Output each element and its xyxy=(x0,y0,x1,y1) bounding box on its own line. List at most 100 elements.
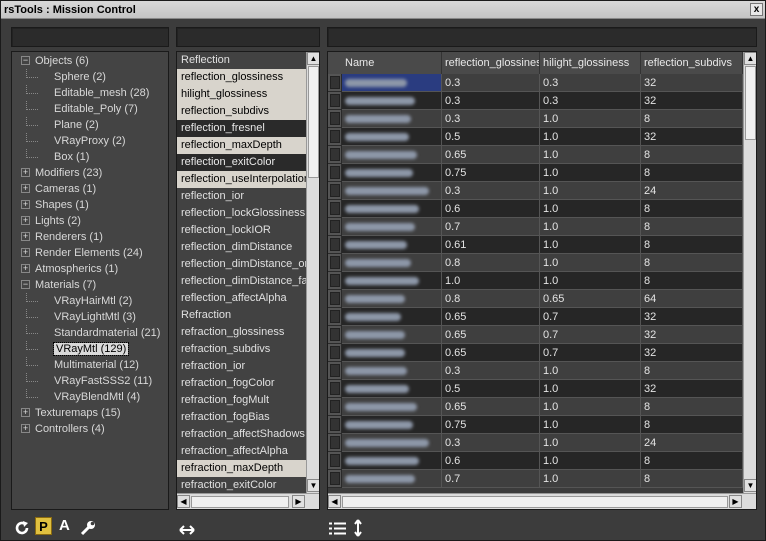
value-cell[interactable]: 8 xyxy=(641,470,743,488)
tree-item[interactable]: VRayFastSSS2 (11) xyxy=(54,373,152,389)
value-cell[interactable]: 1.0 xyxy=(540,236,641,254)
table-row[interactable]: 0.8 0.65 64 xyxy=(328,290,744,308)
tree-item[interactable]: VRayLightMtl (3) xyxy=(54,309,136,325)
table-row[interactable]: 0.3 1.0 24 xyxy=(328,434,744,452)
tree-expander[interactable]: − xyxy=(21,280,30,289)
p-button[interactable]: P xyxy=(35,517,52,535)
tree-item[interactable]: VRayMtl (129) xyxy=(52,341,130,357)
property-item[interactable]: refraction_exitColor xyxy=(177,477,309,494)
list-icon[interactable] xyxy=(329,518,346,540)
property-item[interactable]: refraction_subdivs xyxy=(177,341,309,358)
table-row[interactable]: 0.3 0.3 32 xyxy=(328,92,744,110)
property-item[interactable]: refraction_fogBias xyxy=(177,409,309,426)
value-cell[interactable]: 1.0 xyxy=(540,272,641,290)
h-scroll-thumb[interactable] xyxy=(191,496,289,508)
table-row[interactable]: 0.6 1.0 8 xyxy=(328,200,744,218)
tree-item[interactable]: Modifiers (23) xyxy=(35,165,102,181)
name-cell[interactable] xyxy=(342,110,442,128)
scroll-left-button[interactable]: ◀ xyxy=(177,495,190,508)
tree-expander[interactable]: + xyxy=(21,200,30,209)
value-cell[interactable]: 1.0 xyxy=(540,218,641,236)
name-cell[interactable] xyxy=(342,272,442,290)
value-cell[interactable]: 8 xyxy=(641,146,743,164)
row-selector[interactable] xyxy=(328,470,342,488)
value-cell[interactable]: 0.3 xyxy=(442,110,540,128)
row-selector[interactable] xyxy=(328,434,342,452)
value-cell[interactable]: 0.7 xyxy=(540,326,641,344)
scroll-up-button[interactable]: ▲ xyxy=(307,52,319,65)
property-item[interactable]: reflection_affectAlpha xyxy=(177,290,309,307)
value-cell[interactable]: 0.7 xyxy=(442,470,540,488)
name-cell[interactable] xyxy=(342,398,442,416)
value-cell[interactable]: 8 xyxy=(641,362,743,380)
table-row[interactable]: 0.65 0.7 32 xyxy=(328,308,744,326)
table-row[interactable]: 1.0 1.0 8 xyxy=(328,272,744,290)
name-cell[interactable] xyxy=(342,128,442,146)
scene-tree[interactable]: − Objects (6) Sphere (2) Editable_mesh (28)… xyxy=(11,51,169,510)
row-selector[interactable] xyxy=(328,200,342,218)
value-cell[interactable]: 32 xyxy=(641,128,743,146)
property-item[interactable]: reflection_dimDistance_falloff xyxy=(177,273,309,290)
tree-expander[interactable]: + xyxy=(21,216,30,225)
grid-scroll-thumb[interactable] xyxy=(745,66,756,140)
name-cell[interactable] xyxy=(342,290,442,308)
table-row[interactable]: 0.5 1.0 32 xyxy=(328,380,744,398)
table-row[interactable]: 0.3 1.0 8 xyxy=(328,362,744,380)
grid-scroll-left-button[interactable]: ◀ xyxy=(328,495,341,508)
value-cell[interactable]: 0.7 xyxy=(442,218,540,236)
tree-expander[interactable]: + xyxy=(21,408,30,417)
value-cell[interactable]: 32 xyxy=(641,92,743,110)
row-selector[interactable] xyxy=(328,344,342,362)
tree-expander[interactable]: + xyxy=(21,264,30,273)
property-item[interactable]: refraction_affectAlpha xyxy=(177,443,309,460)
property-item[interactable]: refraction_ior xyxy=(177,358,309,375)
value-cell[interactable]: 0.65 xyxy=(442,308,540,326)
scroll-down-button[interactable]: ▼ xyxy=(307,479,319,492)
table-row[interactable]: 0.75 1.0 8 xyxy=(328,416,744,434)
wrench-icon[interactable] xyxy=(79,517,97,539)
name-cell[interactable] xyxy=(342,362,442,380)
grid-scroll-down-button[interactable]: ▼ xyxy=(744,479,756,492)
table-row[interactable]: 0.6 1.0 8 xyxy=(328,452,744,470)
row-selector[interactable] xyxy=(328,290,342,308)
name-cell[interactable] xyxy=(342,74,442,92)
left-right-arrow-icon[interactable] xyxy=(179,519,195,541)
value-cell[interactable]: 32 xyxy=(641,308,743,326)
tree-expander[interactable]: + xyxy=(21,168,30,177)
name-cell[interactable] xyxy=(342,416,442,434)
value-cell[interactable]: 0.8 xyxy=(442,254,540,272)
table-row[interactable]: 0.3 1.0 24 xyxy=(328,182,744,200)
tree-item[interactable]: Renderers (1) xyxy=(35,229,103,245)
row-selector[interactable] xyxy=(328,308,342,326)
name-cell[interactable] xyxy=(342,182,442,200)
tree-item[interactable]: Standardmaterial (21) xyxy=(54,325,160,341)
property-item[interactable]: Refraction xyxy=(177,307,309,324)
table-row[interactable]: 0.5 1.0 32 xyxy=(328,128,744,146)
property-item[interactable]: reflection_fresnel xyxy=(177,120,309,137)
property-item[interactable]: refraction_affectShadows xyxy=(177,426,309,443)
value-cell[interactable]: 1.0 xyxy=(540,182,641,200)
name-cell[interactable] xyxy=(342,164,442,182)
value-cell[interactable]: 1.0 xyxy=(540,200,641,218)
value-cell[interactable]: 24 xyxy=(641,182,743,200)
value-cell[interactable]: 8 xyxy=(641,164,743,182)
row-selector[interactable] xyxy=(328,398,342,416)
name-cell[interactable] xyxy=(342,344,442,362)
row-selector[interactable] xyxy=(328,74,342,92)
grid-horizontal-scrollbar[interactable]: ◀ ▶ xyxy=(328,493,756,509)
value-cell[interactable]: 8 xyxy=(641,200,743,218)
value-cell[interactable]: 1.0 xyxy=(540,470,641,488)
table-row[interactable]: 0.65 1.0 8 xyxy=(328,146,744,164)
value-cell[interactable]: 0.65 xyxy=(442,398,540,416)
tree-item[interactable]: Render Elements (24) xyxy=(35,245,143,261)
grid-h-scroll-thumb[interactable] xyxy=(342,496,728,508)
property-item[interactable]: reflection_subdivs xyxy=(177,103,309,120)
grid-scroll-right-button[interactable]: ▶ xyxy=(729,495,742,508)
value-cell[interactable]: 0.65 xyxy=(540,290,641,308)
value-cell[interactable]: 0.3 xyxy=(442,92,540,110)
property-item[interactable]: reflection_ior xyxy=(177,188,309,205)
table-row[interactable]: 0.61 1.0 8 xyxy=(328,236,744,254)
table-row[interactable]: 0.8 1.0 8 xyxy=(328,254,744,272)
value-cell[interactable]: 0.65 xyxy=(442,146,540,164)
column-header[interactable]: reflection_subdivs xyxy=(641,52,743,74)
